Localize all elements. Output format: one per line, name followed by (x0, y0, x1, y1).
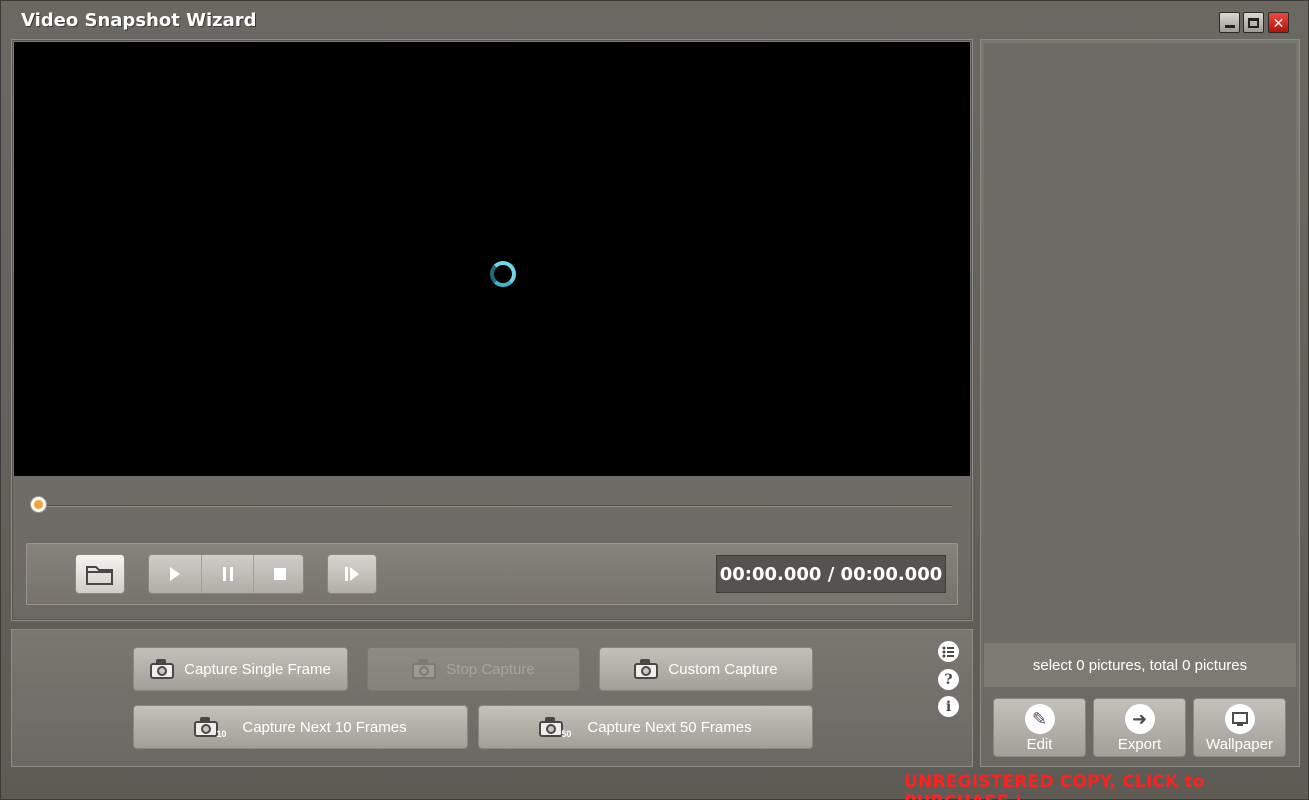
step-forward-icon (345, 567, 359, 581)
play-button[interactable] (149, 555, 201, 593)
capture-single-frame-button[interactable]: Capture Single Frame (133, 647, 348, 691)
maximize-icon (1248, 17, 1259, 28)
camera-icon (150, 659, 176, 679)
capture-next-50-button[interactable]: 50 Capture Next 50 Frames (478, 705, 813, 749)
step-forward-button[interactable] (327, 554, 377, 594)
thumbnail-list[interactable] (984, 43, 1296, 641)
edit-label: Edit (1026, 736, 1053, 753)
minimize-icon (1224, 25, 1235, 28)
stop-capture-button[interactable]: Stop Capture (367, 647, 580, 691)
app-window: Video Snapshot Wizard ✕ 00:00.000 / 00:0… (0, 0, 1309, 800)
pause-icon (222, 567, 233, 581)
playback-controls: 00:00.000 / 00:00.000 (26, 543, 958, 605)
picture-count-status: select 0 pictures, total 0 pictures (984, 643, 1296, 687)
purchase-link[interactable]: UNREGISTERED COPY, CLICK to PURCHASE ! (904, 772, 1308, 800)
seek-bar[interactable] (42, 505, 952, 507)
minimize-button[interactable] (1219, 12, 1240, 33)
open-file-button[interactable] (75, 554, 125, 594)
capture-next-50-label: Capture Next 50 Frames (587, 718, 752, 736)
stop-capture-label: Stop Capture (446, 660, 535, 678)
maximize-button[interactable] (1243, 12, 1264, 33)
info-icon[interactable]: i (938, 696, 959, 717)
stop-icon (273, 568, 286, 580)
video-panel: 00:00.000 / 00:00.000 (11, 39, 973, 621)
camera-stop-icon (412, 659, 438, 679)
wallpaper-button[interactable]: Wallpaper (1193, 698, 1286, 757)
close-button[interactable]: ✕ (1268, 12, 1289, 33)
play-icon (170, 567, 180, 581)
capture-panel: Capture Single Frame Stop Capture Custom… (11, 629, 973, 767)
export-label: Export (1117, 736, 1162, 753)
capture-next-10-button[interactable]: 10 Capture Next 10 Frames (133, 705, 468, 749)
loading-spinner-icon (490, 261, 516, 287)
custom-capture-button[interactable]: Custom Capture (599, 647, 813, 691)
close-icon: ✕ (1272, 14, 1285, 31)
monitor-icon (1224, 704, 1255, 734)
export-button[interactable]: ➜ Export (1093, 698, 1186, 757)
pause-button[interactable] (201, 555, 253, 593)
custom-capture-label: Custom Capture (668, 660, 778, 678)
folder-icon (86, 566, 113, 585)
pencil-icon: ✎ (1024, 704, 1055, 734)
seek-handle[interactable] (30, 496, 47, 513)
arrow-right-icon: ➜ (1124, 704, 1155, 734)
app-title: Video Snapshot Wizard (21, 10, 257, 31)
camera-50-icon: 50 (539, 717, 571, 739)
stop-button[interactable] (253, 555, 305, 593)
list-icon[interactable] (938, 641, 959, 662)
camera-10-icon: 10 (194, 717, 226, 739)
time-display: 00:00.000 / 00:00.000 (716, 555, 946, 593)
capture-single-frame-label: Capture Single Frame (184, 660, 331, 678)
help-icon[interactable]: ? (938, 669, 959, 690)
video-screen[interactable] (14, 42, 970, 476)
wallpaper-label: Wallpaper (1206, 736, 1273, 753)
camera-settings-icon (634, 659, 660, 679)
gallery-panel: select 0 pictures, total 0 pictures ✎ Ed… (980, 39, 1300, 767)
capture-next-10-label: Capture Next 10 Frames (242, 718, 407, 736)
edit-button[interactable]: ✎ Edit (993, 698, 1086, 757)
transport-buttons (148, 554, 304, 594)
title-bar[interactable]: Video Snapshot Wizard ✕ (1, 1, 1308, 39)
